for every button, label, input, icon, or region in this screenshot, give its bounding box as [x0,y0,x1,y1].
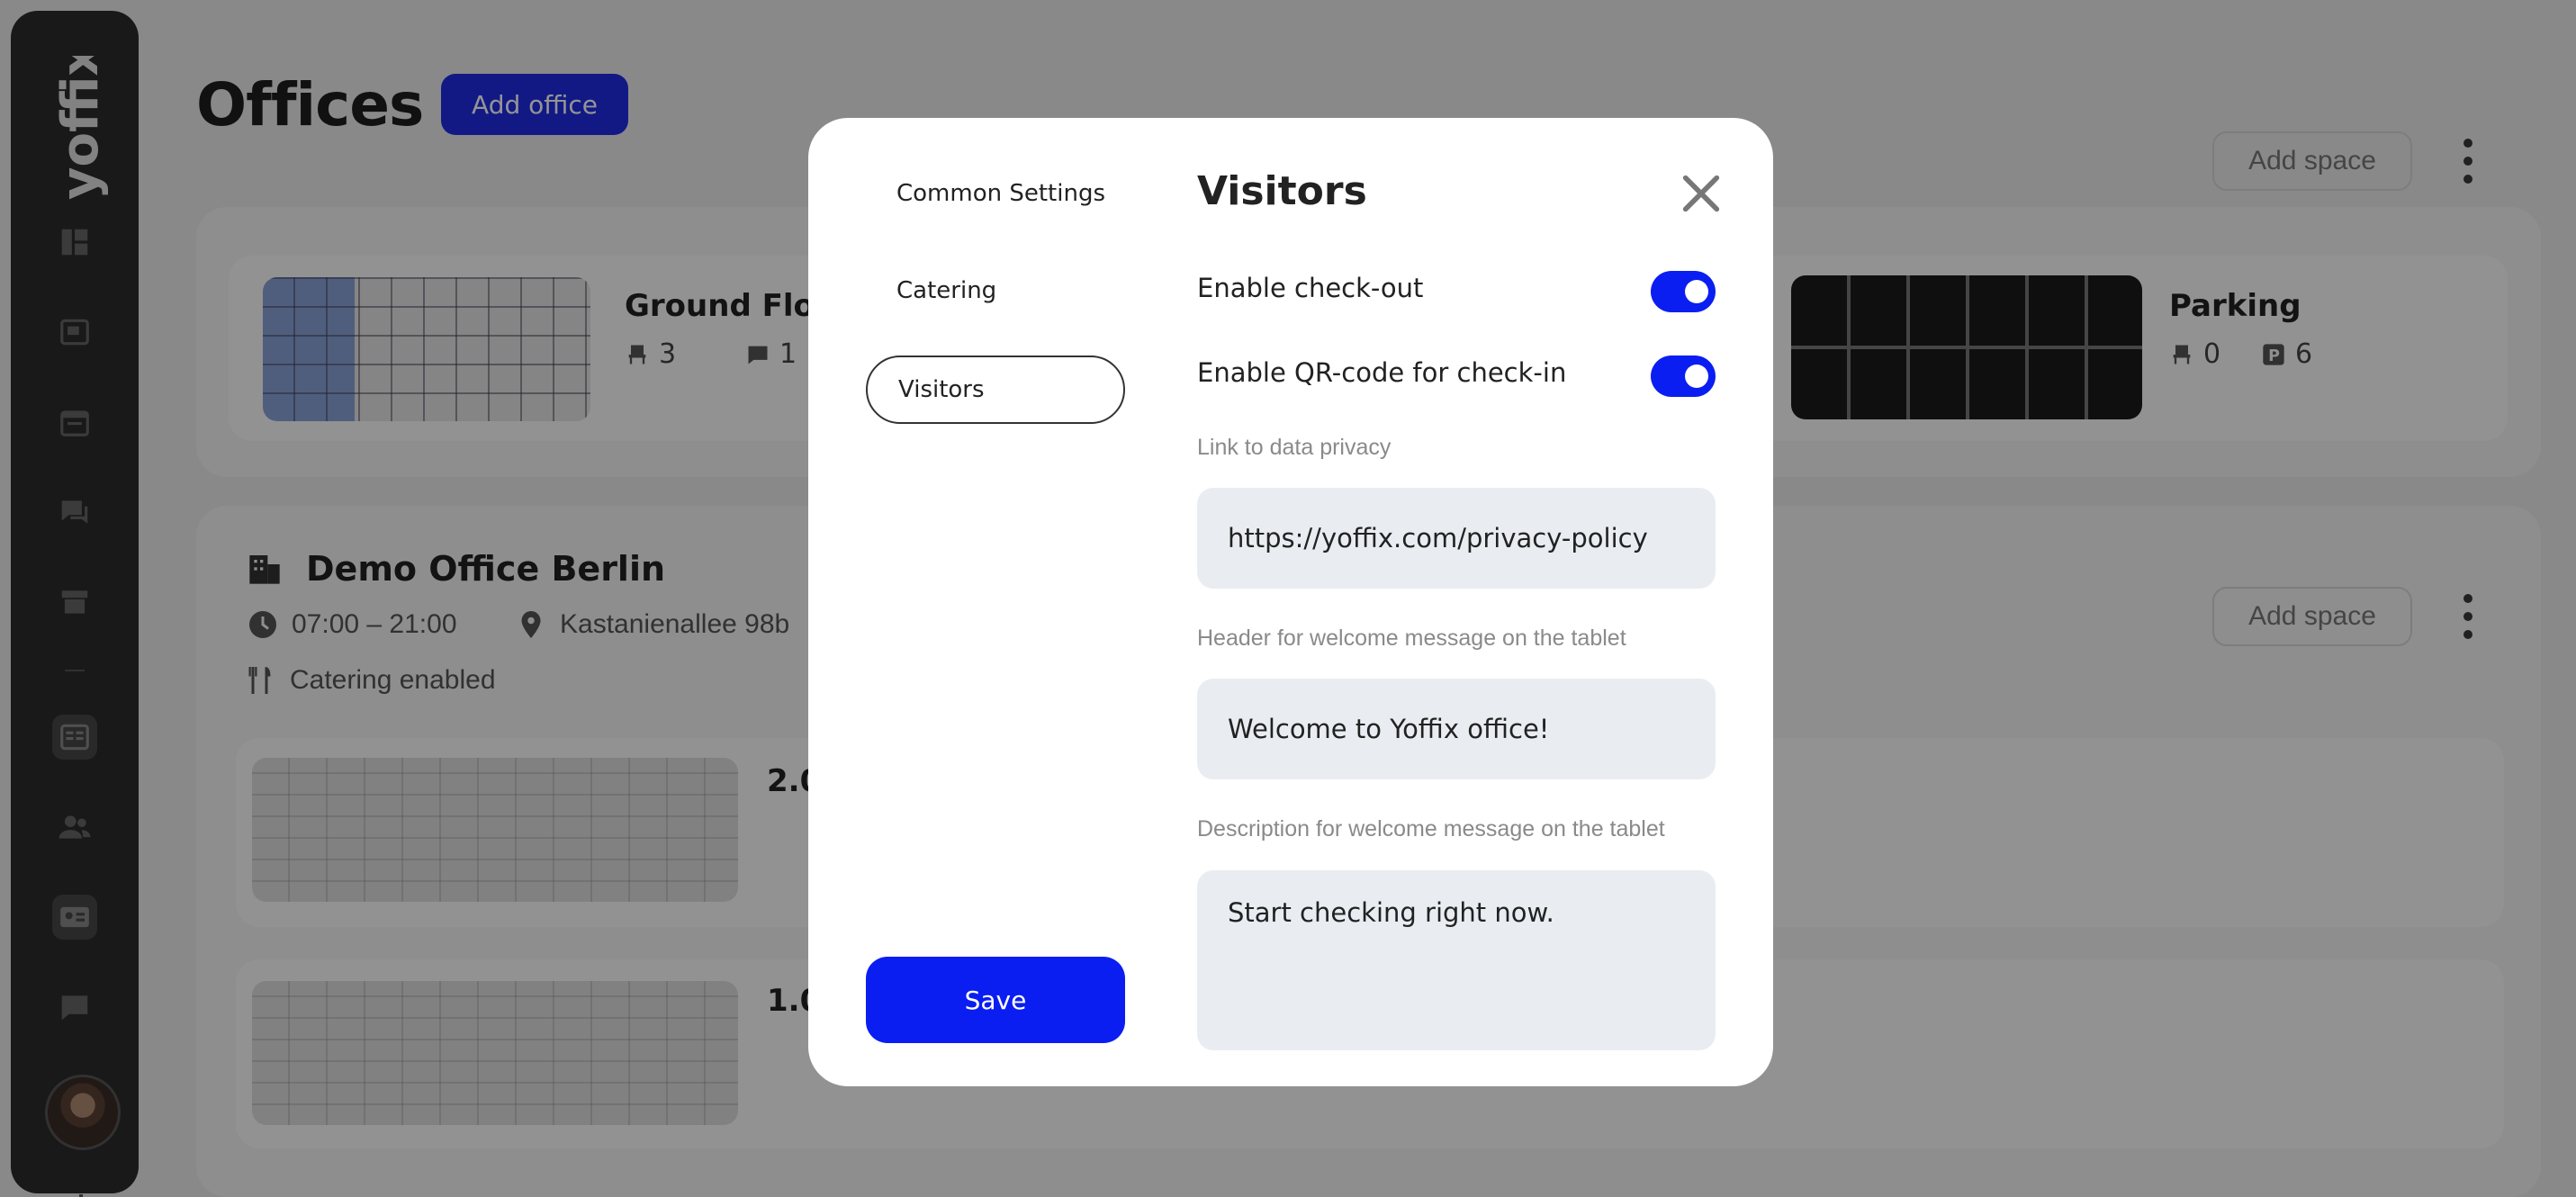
modal-title: Visitors [1197,168,1367,214]
enable-qr-label: Enable QR-code for check-in [1197,357,1567,388]
close-icon[interactable] [1678,170,1725,217]
tab-catering[interactable]: Catering [866,256,1125,325]
welcome-header-label: Header for welcome message on the tablet [1197,626,1626,651]
save-button[interactable]: Save [866,957,1125,1043]
enable-checkout-label: Enable check-out [1197,273,1424,303]
welcome-header-input[interactable]: Welcome to Yoffix office! [1197,679,1716,779]
welcome-description-textarea[interactable]: Start checking right now. [1197,870,1716,1050]
enable-qr-toggle[interactable] [1651,356,1716,397]
welcome-description-label: Description for welcome message on the t… [1197,816,1665,842]
visitors-settings-modal: Common Settings Catering Visitors Save V… [808,118,1773,1086]
tab-visitors[interactable]: Visitors [866,356,1125,424]
privacy-link-input[interactable]: https://yoffix.com/privacy-policy [1197,488,1716,589]
privacy-link-label: Link to data privacy [1197,435,1392,460]
enable-checkout-toggle[interactable] [1651,271,1716,312]
tab-common-settings[interactable]: Common Settings [866,159,1125,228]
